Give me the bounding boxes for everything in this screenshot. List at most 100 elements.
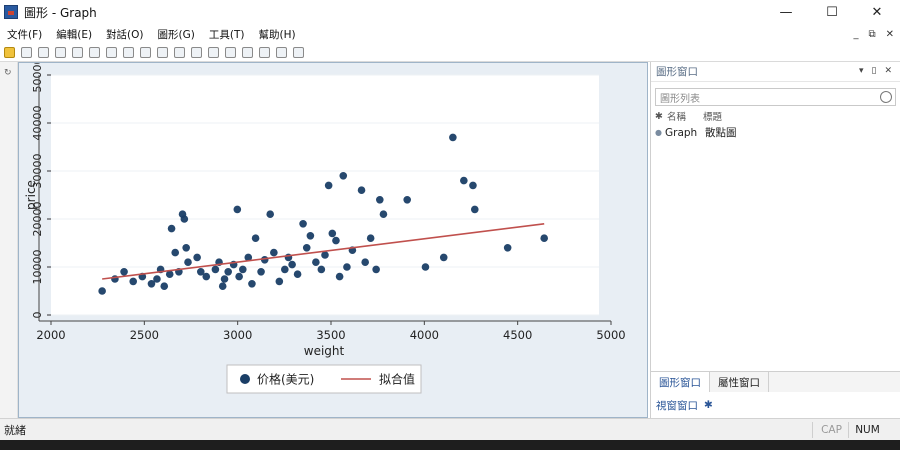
scatter-point — [211, 265, 220, 274]
list-item[interactable]: ● Graph 散點圖 — [651, 124, 900, 141]
column-title: 標題 — [703, 112, 723, 123]
minimize-button[interactable]: — — [763, 0, 809, 24]
scatter-point — [293, 270, 302, 278]
tab-graph-window[interactable]: 圖形窗口 — [651, 372, 710, 392]
scatter-point — [220, 275, 229, 283]
scatter-point — [171, 248, 180, 257]
scatter-point — [357, 186, 366, 194]
x-tick-label: 3000 — [223, 328, 252, 342]
menu-edit[interactable]: 編輯(E) — [49, 27, 99, 42]
scatter-point — [324, 181, 333, 190]
mdi-minimize-button[interactable]: _ — [853, 29, 858, 40]
legend: 价格(美元) 拟合值 — [226, 364, 422, 394]
scatter-point — [251, 234, 260, 242]
mdi-controls: _ ⧉ ✕ — [853, 24, 894, 44]
x-tick-label: 5000 — [596, 328, 625, 342]
x-tick-label: 4500 — [503, 328, 532, 342]
scatter-point — [503, 244, 512, 252]
toolbar-icon-11[interactable] — [174, 47, 185, 58]
y-tick-label: 50000 — [31, 63, 44, 93]
scatter-point — [224, 268, 232, 276]
star-icon: ✱ — [655, 110, 663, 122]
toolbar-icon-15[interactable] — [242, 47, 253, 58]
graph-item-icon: ● — [655, 128, 662, 137]
settings-icon[interactable]: ✱ — [704, 399, 713, 411]
scatter-point — [321, 251, 329, 259]
scatter-point — [312, 258, 320, 266]
scatter-point — [288, 260, 296, 269]
menu-dialog[interactable]: 對話(O) — [99, 27, 150, 42]
menu-tools[interactable]: 工具(T) — [202, 27, 252, 42]
toolbar-icon-1[interactable] — [4, 47, 15, 58]
x-tick-label: 2000 — [36, 328, 65, 342]
mdi-restore-button[interactable]: ⧉ — [868, 29, 875, 40]
menu-graph[interactable]: 圖形(G) — [151, 27, 202, 42]
scatter-point — [270, 248, 278, 257]
toolbar-icon-5[interactable] — [72, 47, 83, 58]
toolbar-icon-14[interactable] — [225, 47, 236, 58]
scatter-point — [235, 272, 243, 281]
scatter-point — [343, 263, 351, 271]
legend-label-fit: 拟合值 — [379, 372, 415, 387]
scatter-point — [239, 265, 247, 274]
scatter-point — [281, 265, 289, 274]
graph-search-input[interactable]: 圖形列表 — [655, 88, 896, 106]
toolbar-icon-2[interactable] — [21, 47, 32, 58]
close-button[interactable]: ✕ — [854, 0, 900, 24]
rotate-icon[interactable]: ↻ — [4, 68, 12, 78]
scatter-point — [372, 265, 380, 274]
graph-item-name: Graph — [665, 126, 698, 139]
scatter-point — [376, 196, 384, 204]
list-header: ✱ 名稱 標題 — [651, 108, 900, 124]
menu-file[interactable]: 文件(F) — [0, 27, 49, 42]
y-tick-label: 0 — [31, 312, 44, 319]
scatter-point — [421, 263, 430, 271]
toolbar-icon-18[interactable] — [293, 47, 304, 58]
maximize-button[interactable]: ☐ — [809, 0, 855, 24]
scatter-point — [335, 272, 344, 281]
toolbar-icon-13[interactable] — [208, 47, 219, 58]
scatter-point — [328, 229, 337, 238]
pane-pin-icon[interactable]: ▯ — [872, 66, 877, 76]
scatter-point — [339, 172, 348, 180]
scatter-point — [233, 205, 242, 214]
toolbar-icon-12[interactable] — [191, 47, 202, 58]
scatter-point — [403, 196, 412, 204]
scatter-chart: 01000020000300004000050000 2000 2500 3000 3… — [24, 58, 626, 394]
toolbar-icon-10[interactable] — [157, 47, 168, 58]
pane-header: 圖形窗口 ▾ ▯ ✕ — [651, 62, 900, 82]
menu-help[interactable]: 幫助(H) — [251, 27, 302, 42]
scatter-point — [193, 253, 201, 262]
window-list-link[interactable]: 視窗窗口 — [656, 398, 698, 413]
scatter-point — [248, 280, 256, 288]
scatter-point — [266, 210, 274, 218]
search-icon[interactable] — [880, 91, 892, 103]
scatter-point — [332, 236, 340, 245]
column-name: 名稱 — [667, 112, 687, 123]
tab-properties-window[interactable]: 屬性窗口 — [710, 372, 769, 392]
toolbar-icon-7[interactable] — [106, 47, 117, 58]
scatter-point — [218, 282, 227, 290]
toolbar-icon-16[interactable] — [259, 47, 270, 58]
toolbar-icon-3[interactable] — [38, 47, 49, 58]
mdi-close-button[interactable]: ✕ — [886, 29, 894, 40]
scatter-point — [167, 224, 176, 233]
toolbar-icon-4[interactable] — [55, 47, 66, 58]
pane-dropdown-icon[interactable]: ▾ — [859, 66, 864, 76]
status-text: 就緒 — [4, 423, 26, 437]
toolbar-icon-17[interactable] — [276, 47, 287, 58]
pane-title: 圖形窗口 — [656, 66, 698, 78]
scatter-point — [379, 210, 388, 218]
pane-close-icon[interactable]: ✕ — [884, 66, 892, 76]
num-indicator: NUM — [848, 422, 886, 438]
x-axis-label: weight — [304, 344, 345, 358]
scatter-point — [470, 205, 479, 214]
title-bar: 圖形 - Graph — ☐ ✕ — [0, 0, 900, 24]
toolbar-icon-8[interactable] — [123, 47, 134, 58]
toolbar — [0, 44, 900, 62]
toolbar-icon-6[interactable] — [89, 47, 100, 58]
graph-window: 0 10000 20000 30000 40000 50000 2000 2500 3000 3… — [18, 58, 648, 418]
status-bar: 就緒 CAP NUM — [0, 418, 900, 440]
scatter-point — [160, 282, 169, 290]
toolbar-icon-9[interactable] — [140, 47, 151, 58]
